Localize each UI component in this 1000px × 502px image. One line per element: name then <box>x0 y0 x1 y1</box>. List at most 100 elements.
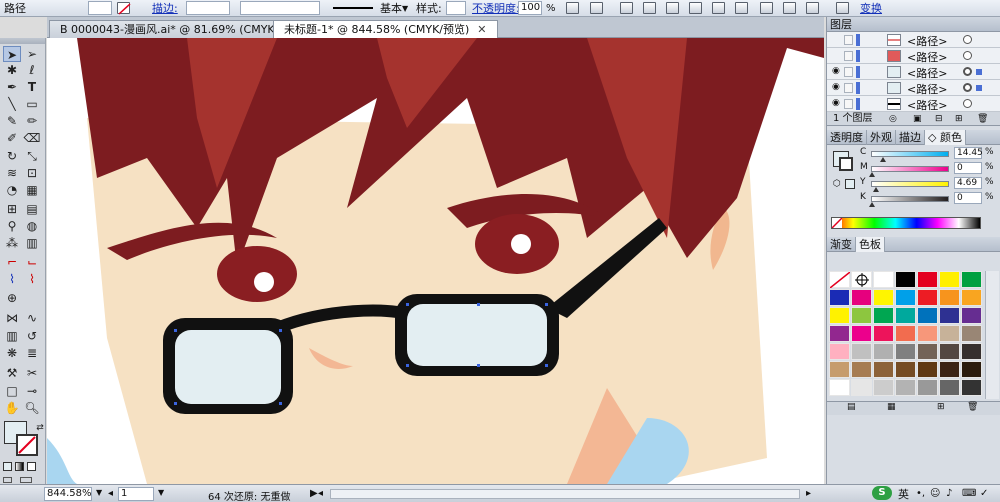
channel-track[interactable] <box>869 166 949 177</box>
recolor-icon[interactable] <box>566 2 579 14</box>
line-tool-icon[interactable]: ╲ <box>3 96 21 112</box>
swatch[interactable] <box>895 379 916 396</box>
symbol-sprayer-tool-icon[interactable]: ⁂ <box>3 235 21 251</box>
swatch[interactable] <box>851 379 872 396</box>
ime-emoji-icon[interactable]: ☺ <box>930 488 940 499</box>
mesh-tool-icon[interactable]: ⊞ <box>3 201 21 217</box>
swatch[interactable] <box>873 271 894 288</box>
delete-layer-icon[interactable]: 🗑︎ <box>977 112 988 126</box>
new-layer-icon[interactable]: ⊞ <box>955 112 963 126</box>
brush-dropdown-icon[interactable]: ▼ <box>402 1 408 16</box>
wrinkle-tool-icon[interactable]: ≣ <box>23 345 41 361</box>
swatch-scrollbar[interactable] <box>985 271 999 399</box>
align-left-icon[interactable] <box>620 2 633 14</box>
tools-grip[interactable] <box>0 38 45 44</box>
swatch[interactable] <box>939 271 960 288</box>
swatch[interactable] <box>917 325 938 342</box>
lock-toggle[interactable] <box>844 35 853 45</box>
tab-document-2[interactable]: 未标题-1* @ 844.58% (CMYK/预览) ✕ <box>273 20 498 39</box>
swatch-none[interactable] <box>829 271 851 289</box>
direct-selection-tool-icon[interactable]: ➢ <box>23 46 41 62</box>
swatch[interactable] <box>873 325 894 342</box>
distribute-center-icon[interactable] <box>783 2 796 14</box>
eraser-tool-icon[interactable]: ⌫ <box>23 130 41 146</box>
target-icon[interactable] <box>963 67 972 76</box>
canvas-artwork[interactable] <box>47 38 824 484</box>
swatch[interactable] <box>895 343 916 360</box>
channel-track[interactable] <box>871 151 949 162</box>
swatch[interactable] <box>829 307 850 324</box>
scissors-tool-icon[interactable]: ✂ <box>23 365 41 381</box>
lock-toggle[interactable] <box>844 51 853 61</box>
swatch[interactable] <box>939 361 960 378</box>
swatch[interactable] <box>939 379 960 396</box>
artboard-field[interactable]: 1 <box>118 487 154 501</box>
magic-wand-tool-icon[interactable]: ✱ <box>3 62 21 78</box>
swatch[interactable] <box>829 343 850 360</box>
layers-panel-header[interactable]: 图层 <box>827 17 1000 32</box>
opacity-label[interactable]: 不透明度: <box>472 1 520 16</box>
ime-settings-icon[interactable]: ✓ <box>980 488 988 499</box>
slider-c[interactable]: C 14.45% <box>827 147 1000 162</box>
stroke-swatch[interactable] <box>117 2 131 15</box>
layer-row[interactable]: <路径> <box>827 32 1000 48</box>
tab-gradient[interactable]: 渐变 <box>827 237 856 252</box>
layer-row[interactable]: ◉ <路径> <box>827 96 1000 112</box>
rotate-tool-icon[interactable]: ↻ <box>3 148 21 164</box>
ime-keyboard-icon[interactable]: ⌨ <box>962 488 976 499</box>
distribute-bottom-icon[interactable] <box>806 2 819 14</box>
swatch[interactable] <box>961 361 982 378</box>
scale-tool-icon[interactable]: ⤡ <box>23 148 41 164</box>
twirl-tool-icon[interactable]: ↺ <box>23 328 41 344</box>
swatch[interactable] <box>917 307 938 324</box>
lock-toggle[interactable] <box>844 99 853 109</box>
width-tool-icon[interactable]: ⋈ <box>3 310 21 326</box>
swatch[interactable] <box>895 307 916 324</box>
slider-k[interactable]: K 0% <box>827 192 1000 207</box>
type-tool-icon[interactable]: T <box>23 79 41 95</box>
distribute-top-icon[interactable] <box>760 2 773 14</box>
live-paint-select-tool-icon[interactable]: ⌇ <box>23 271 41 287</box>
target-icon[interactable] <box>963 51 972 60</box>
target-icon[interactable] <box>963 99 972 108</box>
slider-m[interactable]: M 0% <box>827 162 1000 177</box>
swatch[interactable] <box>851 289 872 306</box>
gradient-tool-icon[interactable]: ▤ <box>23 201 41 217</box>
prev-artboard-icon[interactable]: ◂ <box>108 488 113 499</box>
stroke-weight-field[interactable] <box>186 1 230 15</box>
visibility-eye-icon[interactable]: ◉ <box>832 67 842 76</box>
swatch-library-icon[interactable]: ▤ <box>847 402 856 412</box>
channel-value[interactable]: 4.69 <box>954 177 982 189</box>
horizontal-scrollbar[interactable] <box>330 489 800 499</box>
channel-track[interactable] <box>871 181 949 192</box>
swatch[interactable] <box>851 343 872 360</box>
rectangle-tool-icon[interactable]: ▭ <box>23 96 41 112</box>
status-menu-icon[interactable]: ▶ <box>310 488 318 499</box>
fill-swatch[interactable] <box>88 1 112 15</box>
gradient-mode-icon[interactable] <box>15 462 24 471</box>
swatch[interactable] <box>851 361 872 378</box>
swatch[interactable] <box>917 289 938 306</box>
swatch[interactable] <box>961 379 982 396</box>
ime-voice-icon[interactable]: ♪ <box>946 488 952 499</box>
lock-toggle[interactable] <box>844 83 853 93</box>
channel-value[interactable]: 0 <box>954 162 982 174</box>
scroll-left-icon[interactable]: ◂ <box>318 488 323 499</box>
wave-tool-icon[interactable]: ∿ <box>23 310 41 326</box>
glasses-left-lens[interactable] <box>175 330 281 404</box>
tab-transparency[interactable]: 透明度 <box>827 130 867 145</box>
swatch[interactable] <box>917 271 938 288</box>
target-icon[interactable] <box>963 35 972 44</box>
path-options-icon[interactable] <box>836 2 849 14</box>
stroke-color-box[interactable] <box>16 434 38 456</box>
slice-tool-icon[interactable]: ⌙ <box>23 254 41 270</box>
swatch[interactable] <box>917 361 938 378</box>
ime-punct-icon[interactable]: •, <box>916 488 925 499</box>
swatch[interactable] <box>895 271 916 288</box>
swatch-registration[interactable] <box>851 271 872 288</box>
swatch[interactable] <box>961 271 982 288</box>
zoom-tool-icon[interactable]: 🔍︎ <box>23 400 41 416</box>
align-right-icon[interactable] <box>666 2 679 14</box>
locate-object-icon[interactable]: ◎ <box>889 112 897 126</box>
scroll-right-icon[interactable]: ▸ <box>806 488 811 499</box>
